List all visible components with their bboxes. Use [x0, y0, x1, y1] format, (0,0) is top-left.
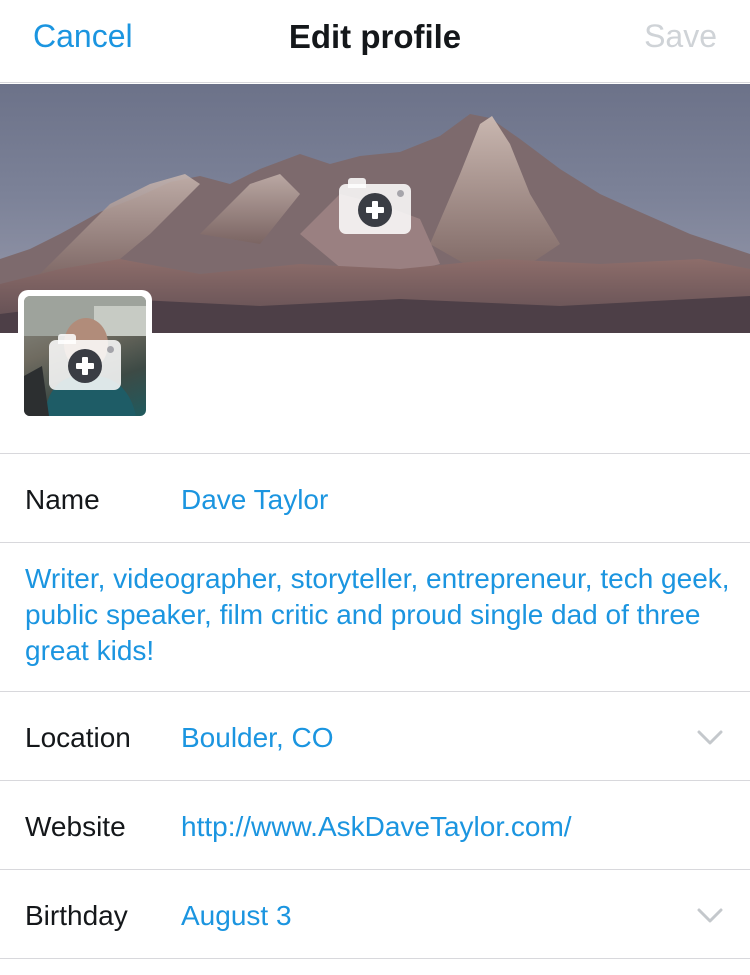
birthday-label: Birthday [25, 900, 128, 931]
divider [0, 958, 750, 959]
location-row[interactable]: Location Boulder, CO [0, 691, 750, 781]
avatar[interactable] [18, 290, 152, 422]
bio-field[interactable]: Writer, videographer, storyteller, entre… [25, 561, 735, 669]
save-button[interactable]: Save [644, 18, 717, 55]
change-avatar-photo-button[interactable] [49, 334, 121, 390]
navigation-bar: Cancel Edit profile Save [0, 0, 750, 83]
change-header-photo-button[interactable] [339, 178, 411, 234]
page-title: Edit profile [288, 18, 462, 55]
avatar-photo [24, 296, 146, 416]
birthday-field[interactable]: August 3 [181, 900, 292, 932]
name-field[interactable]: Dave Taylor [181, 484, 328, 516]
name-label: Name [25, 484, 100, 515]
location-field[interactable]: Boulder, CO [181, 722, 334, 754]
website-field[interactable]: http://www.AskDaveTaylor.com/ [181, 811, 572, 843]
chevron-down-icon[interactable] [697, 908, 723, 924]
bio-row[interactable]: Writer, videographer, storyteller, entre… [0, 542, 750, 692]
name-row[interactable]: Name Dave Taylor [0, 453, 750, 543]
chevron-down-icon[interactable] [697, 730, 723, 746]
website-row[interactable]: Website http://www.AskDaveTaylor.com/ [0, 780, 750, 870]
website-label: Website [25, 811, 126, 842]
birthday-row[interactable]: Birthday August 3 [0, 869, 750, 959]
cancel-button[interactable]: Cancel [33, 18, 133, 55]
location-label: Location [25, 722, 131, 753]
